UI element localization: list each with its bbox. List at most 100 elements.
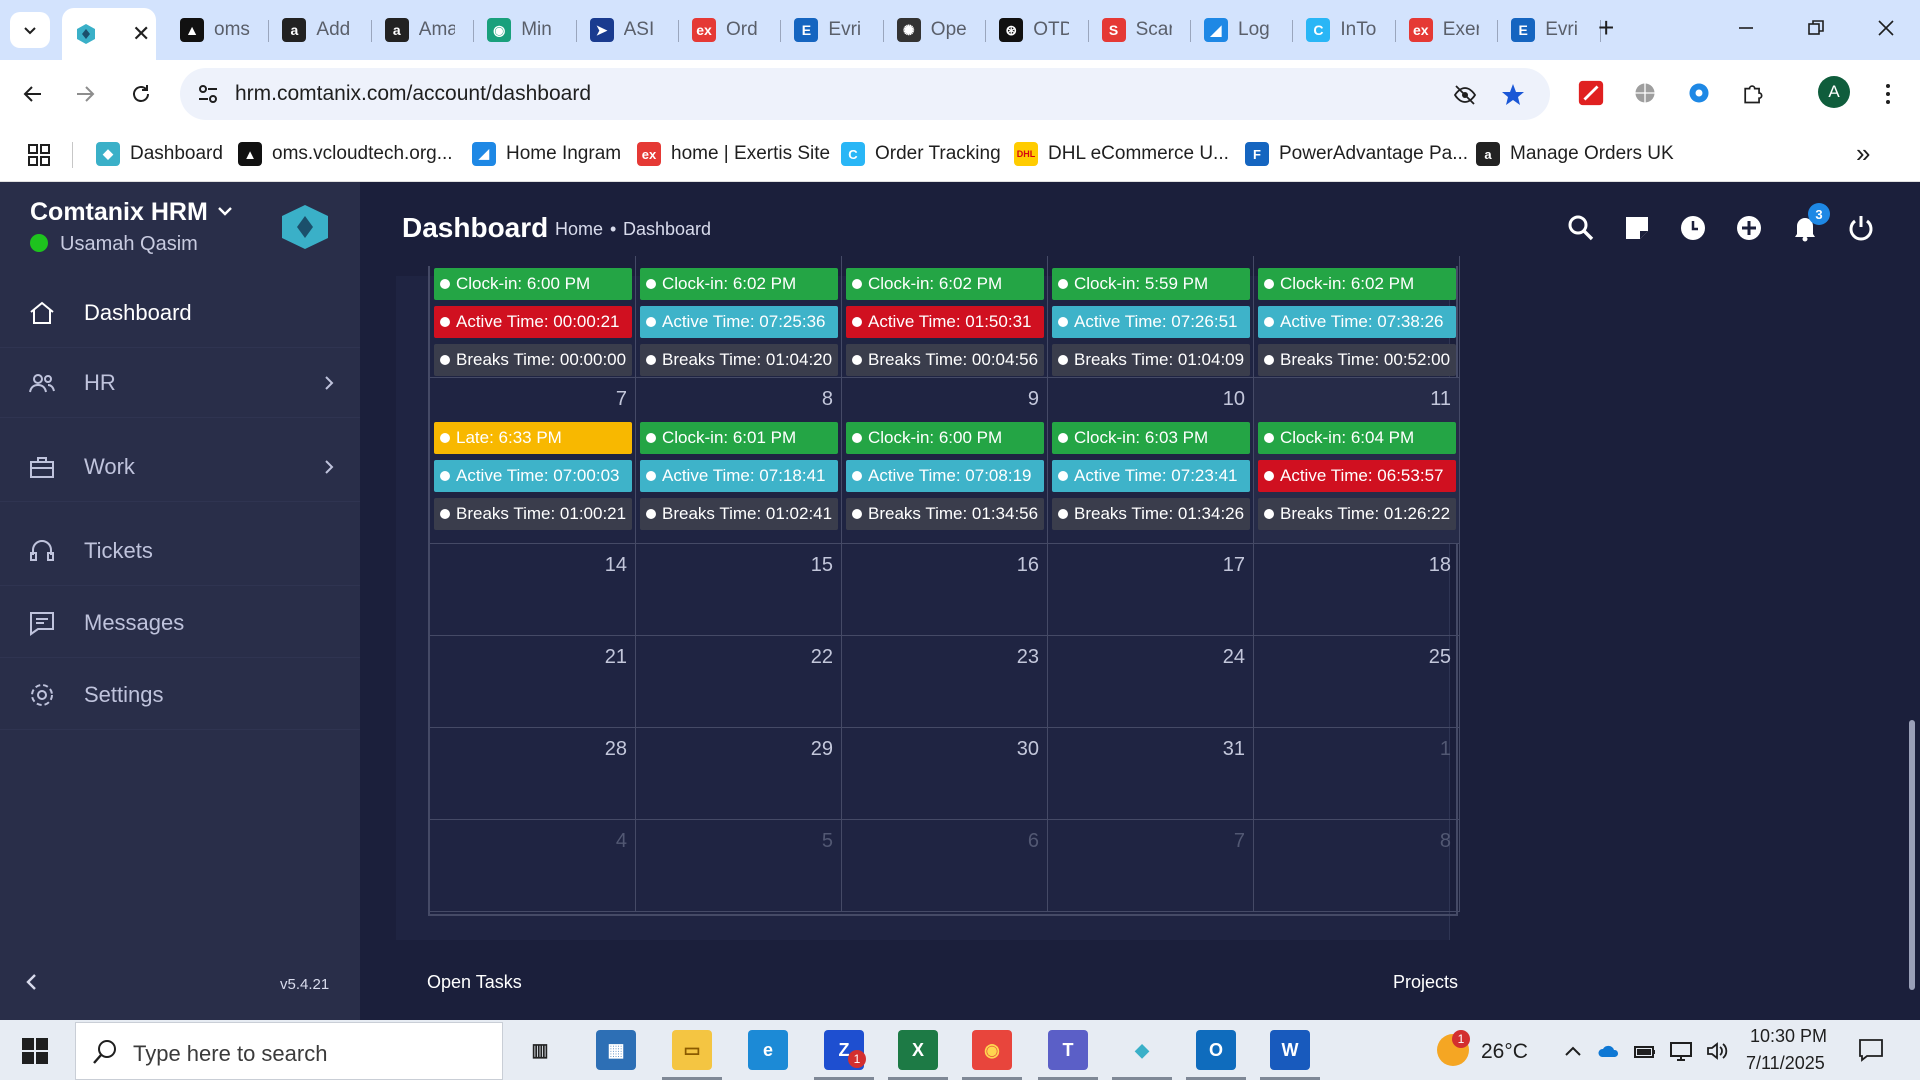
bookmark-item[interactable]: C Order Tracking <box>841 142 1001 166</box>
browser-tab[interactable]: C InTo <box>1294 10 1394 50</box>
close-window-icon[interactable] <box>1876 18 1896 38</box>
calendar-day-cell[interactable]: 10 Clock-in: 6:03 PM Active Time: 07:23:41… <box>1048 378 1254 544</box>
network-icon[interactable] <box>1669 1040 1693 1062</box>
browser-tab[interactable]: a Ama <box>373 10 473 50</box>
sidebar-item-tickets[interactable]: Tickets <box>0 516 360 586</box>
sidebar-item-messages[interactable]: Messages <box>0 588 360 658</box>
day-number[interactable]: 11 <box>1430 388 1451 411</box>
vpn-extension-icon[interactable] <box>1684 78 1714 108</box>
browser-tab[interactable]: ➤ ASI <box>578 10 678 50</box>
day-number[interactable]: 6 <box>1028 830 1039 853</box>
calendar-day-today[interactable]: 11 Clock-in: 6:04 PM Active Time: 06:53:57… <box>1254 378 1460 544</box>
attendance-event[interactable]: Active Time: 01:50:31 <box>846 306 1044 338</box>
browser-tab[interactable]: S Scar <box>1090 10 1190 50</box>
excel-icon[interactable]: X <box>898 1030 938 1070</box>
day-number[interactable]: 8 <box>1440 830 1451 853</box>
day-number[interactable]: 14 <box>605 554 627 577</box>
windows-start-icon[interactable] <box>22 1038 48 1064</box>
more-bookmarks-icon[interactable]: » <box>1856 138 1870 169</box>
calendar-day-cell[interactable]: Clock-in: 5:59 PM Active Time: 07:26:51 Br… <box>1048 256 1254 378</box>
day-number[interactable]: 10 <box>1223 388 1245 411</box>
brand-name[interactable]: Comtanix HRM <box>30 198 208 227</box>
attendance-event[interactable]: Clock-in: 6:04 PM <box>1258 422 1456 454</box>
attendance-event[interactable]: Clock-in: 6:02 PM <box>1258 268 1456 300</box>
search-icon[interactable] <box>1567 214 1595 242</box>
chevron-down-icon[interactable] <box>214 200 236 222</box>
tab-search-button[interactable] <box>10 12 50 48</box>
sidebar-item-dashboard[interactable]: Dashboard <box>0 278 360 348</box>
calendar-day-cell[interactable]: 15 <box>636 544 842 636</box>
edge-icon[interactable]: e <box>748 1030 788 1070</box>
task-view-icon[interactable]: ▥ <box>520 1030 560 1070</box>
browser-tab[interactable]: a Add <box>270 10 370 50</box>
attendance-event[interactable]: Clock-in: 6:02 PM <box>846 268 1044 300</box>
attendance-event[interactable]: Breaks Time: 00:00:00 <box>434 344 632 376</box>
browser-tab[interactable]: ▲ oms <box>168 10 268 50</box>
volume-icon[interactable] <box>1705 1040 1729 1062</box>
calendar-day-cell[interactable]: 8 Clock-in: 6:01 PM Active Time: 07:18:41 B… <box>636 378 842 544</box>
notification-center-icon[interactable] <box>1858 1038 1884 1062</box>
day-number[interactable]: 18 <box>1429 554 1451 577</box>
bookmark-item[interactable]: ex home | Exertis Site <box>637 142 830 166</box>
restore-icon[interactable] <box>1806 18 1826 38</box>
attendance-event[interactable]: Active Time: 07:25:36 <box>640 306 838 338</box>
attendance-event[interactable]: Breaks Time: 01:04:20 <box>640 344 838 376</box>
attendance-event[interactable]: Clock-in: 6:00 PM <box>434 268 632 300</box>
day-number[interactable]: 5 <box>822 830 833 853</box>
calendar-day-cell[interactable]: 5 <box>636 820 842 912</box>
day-number[interactable]: 15 <box>811 554 833 577</box>
calculator-icon[interactable]: ▦ <box>596 1030 636 1070</box>
back-button[interactable] <box>16 77 50 111</box>
calendar-day-cell[interactable]: 24 <box>1048 636 1254 728</box>
attendance-event[interactable]: Clock-in: 6:03 PM <box>1052 422 1250 454</box>
calendar-day-cell[interactable]: 28 <box>430 728 636 820</box>
file-explorer-icon[interactable]: ▭ <box>672 1030 712 1070</box>
calendar-day-cell[interactable]: 14 <box>430 544 636 636</box>
calendar-day-cell[interactable]: 18 <box>1254 544 1460 636</box>
add-circle-icon[interactable] <box>1735 214 1763 242</box>
day-number[interactable]: 29 <box>811 738 833 761</box>
taskbar-search-box[interactable]: Type here to search <box>75 1022 503 1080</box>
bookmark-item[interactable]: ▲ oms.vcloudtech.org... <box>238 142 453 166</box>
browser-tab[interactable]: ex Exer <box>1397 10 1497 50</box>
attendance-event[interactable]: Clock-in: 6:01 PM <box>640 422 838 454</box>
day-number[interactable]: 23 <box>1017 646 1039 669</box>
notes-icon[interactable] <box>1623 214 1651 242</box>
bookmark-item[interactable]: a Manage Orders UK <box>1476 142 1674 166</box>
calendar-day-cell[interactable]: Clock-in: 6:00 PM Active Time: 00:00:21 Br… <box>430 256 636 378</box>
attendance-event[interactable]: Late: 6:33 PM <box>434 422 632 454</box>
calendar-day-cell[interactable]: 7 <box>1048 820 1254 912</box>
outlook-icon[interactable]: O <box>1196 1030 1236 1070</box>
profile-avatar[interactable]: A <box>1818 76 1850 108</box>
reload-button[interactable] <box>124 77 158 111</box>
day-number[interactable]: 7 <box>616 388 627 411</box>
calendar-day-cell[interactable]: 6 <box>842 820 1048 912</box>
bookmark-star-icon[interactable] <box>1500 82 1526 108</box>
more-vertical-icon[interactable] <box>1878 82 1898 106</box>
attendance-event[interactable]: Clock-in: 5:59 PM <box>1052 268 1250 300</box>
url-text[interactable]: hrm.comtanix.com/account/dashboard <box>235 82 591 106</box>
site-settings-icon[interactable] <box>196 82 220 106</box>
day-number[interactable]: 25 <box>1429 646 1451 669</box>
calendar-day-cell[interactable]: 17 <box>1048 544 1254 636</box>
clock-date[interactable]: 7/11/2025 <box>1746 1053 1825 1074</box>
attendance-event[interactable]: Clock-in: 6:00 PM <box>846 422 1044 454</box>
active-tab[interactable]: ✕ <box>62 8 156 60</box>
day-number[interactable]: 9 <box>1028 388 1039 411</box>
browser-tab[interactable]: E Evri <box>782 10 882 50</box>
close-tab-icon[interactable]: ✕ <box>132 21 150 47</box>
calendar-day-cell[interactable]: 31 <box>1048 728 1254 820</box>
attendance-event[interactable]: Active Time: 07:26:51 <box>1052 306 1250 338</box>
day-number[interactable]: 24 <box>1223 646 1245 669</box>
calendar-day-cell[interactable]: 30 <box>842 728 1048 820</box>
sidebar-item-work[interactable]: Work <box>0 432 360 502</box>
attendance-event[interactable]: Active Time: 07:08:19 <box>846 460 1044 492</box>
day-number[interactable]: 8 <box>822 388 833 411</box>
attendance-event[interactable]: Active Time: 07:18:41 <box>640 460 838 492</box>
calendar-day-cell[interactable]: 29 <box>636 728 842 820</box>
acrobat-extension-icon[interactable] <box>1576 78 1606 108</box>
browser-tab[interactable]: ◢ Log <box>1192 10 1292 50</box>
attendance-event[interactable]: Breaks Time: 01:04:09 <box>1052 344 1250 376</box>
calendar-day-cell[interactable]: 8 <box>1254 820 1460 912</box>
calendar-day-cell[interactable]: 22 <box>636 636 842 728</box>
